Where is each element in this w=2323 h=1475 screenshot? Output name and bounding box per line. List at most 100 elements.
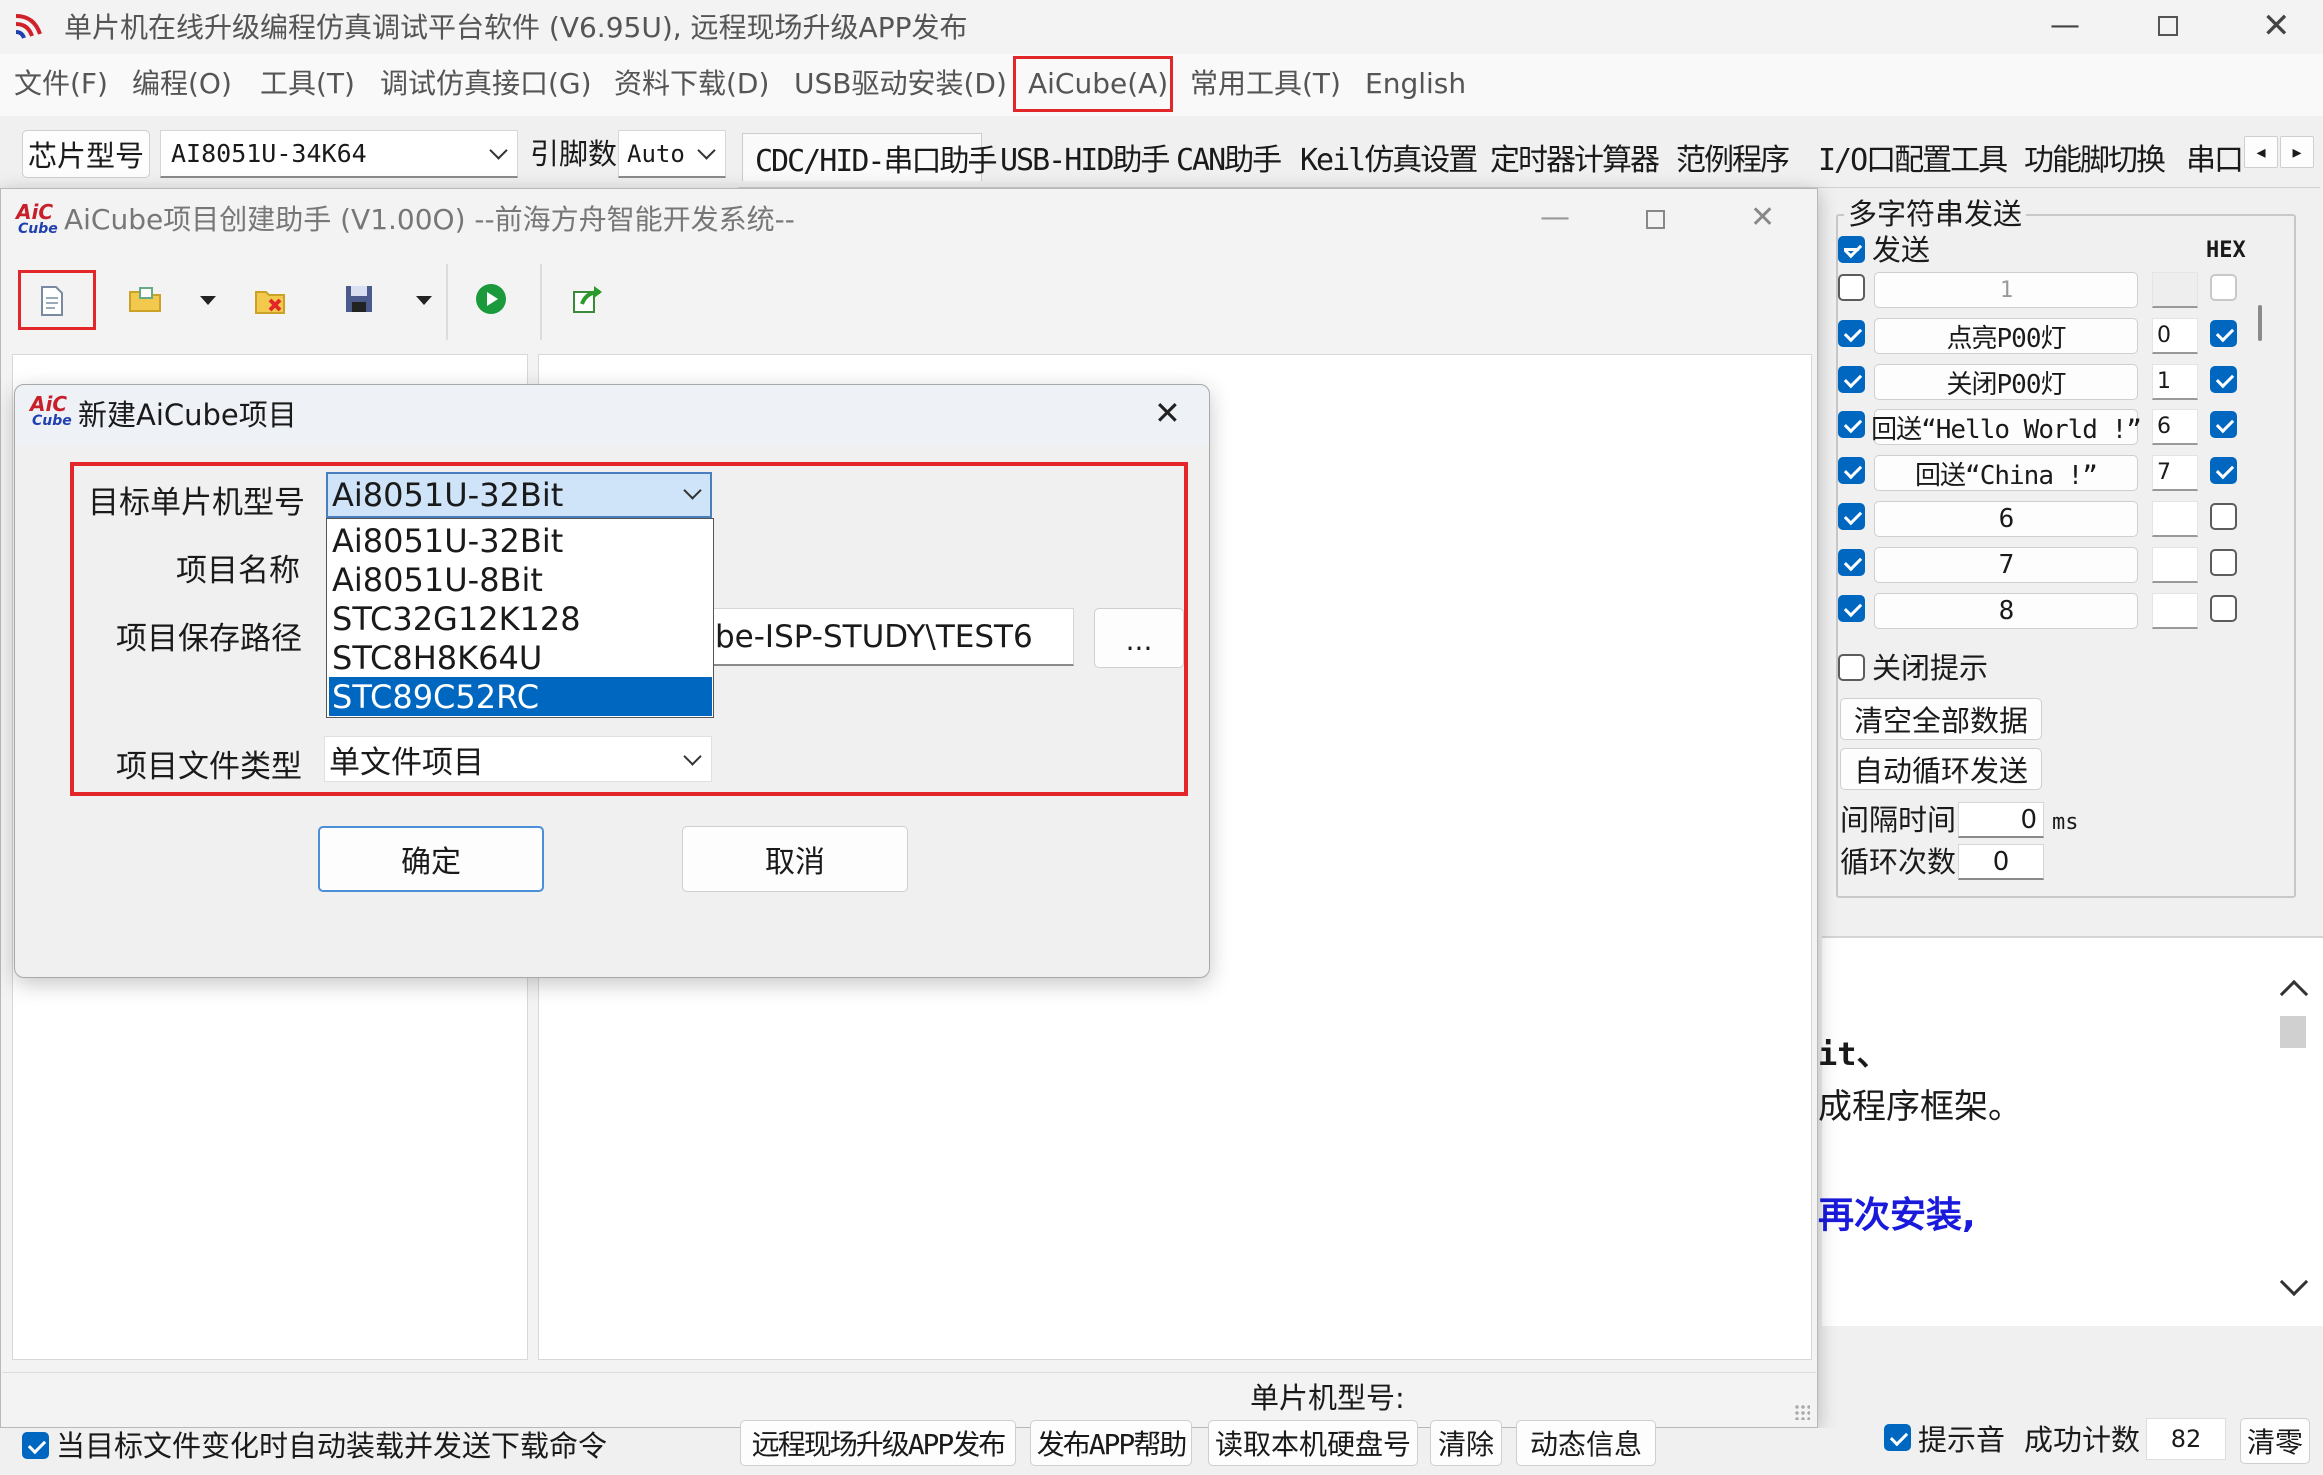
clear-all-button[interactable]: 清空全部数据 [1840,698,2042,740]
aicube-close-icon[interactable]: ✕ [1750,200,1775,235]
menu-usb-driver[interactable]: USB驱动安装(D) [794,70,1007,98]
menu-program[interactable]: 编程(O) [132,70,232,98]
new-file-icon[interactable] [40,286,64,316]
save-path-input[interactable]: be-ISP-STUDY\TEST6 [704,608,1074,666]
resize-grip-icon[interactable] [1794,1404,1810,1420]
reset-count-button[interactable]: 清零 [2240,1418,2310,1464]
aicube-maximize-icon[interactable] [1646,210,1665,229]
send-row-checkbox[interactable] [1838,366,1865,393]
close-project-icon[interactable] [254,286,288,316]
cancel-button[interactable]: 取消 [682,826,908,892]
open-dropdown-icon[interactable] [200,296,216,305]
send-row-button[interactable]: 1 [1874,272,2138,308]
send-row-hex-checkbox[interactable] [2210,503,2237,530]
mcu-option[interactable]: Ai8051U-32Bit [329,521,712,560]
send-row-number[interactable] [2152,272,2198,308]
send-row-number[interactable]: 6 [2152,409,2198,445]
multi-send-scrollbar[interactable] [2258,305,2262,341]
interval-input[interactable]: 0 [1958,802,2044,838]
mcu-option[interactable]: Ai8051U-8Bit [329,560,712,599]
ok-button[interactable]: 确定 [318,826,544,892]
send-row-checkbox[interactable] [1838,411,1865,438]
file-type-select[interactable]: 单文件项目 [324,736,712,782]
tab-io-config[interactable]: I/O口配置工具 [1818,133,2008,181]
menu-tools[interactable]: 工具(T) [260,70,355,98]
send-row-checkbox[interactable] [1838,457,1865,484]
loop-label: 循环次数 [1840,845,1957,879]
send-row-button[interactable]: 8 [1874,593,2138,629]
send-row-checkbox[interactable] [1838,274,1865,301]
send-row-checkbox[interactable] [1838,595,1865,622]
open-folder-icon[interactable] [128,284,162,314]
send-row-number[interactable]: 7 [2152,455,2198,491]
success-count-value: 82 [2170,1425,2202,1453]
clear-button[interactable]: 清除 [1430,1420,1502,1466]
publish-app-button[interactable]: 远程现场升级APP发布 [740,1420,1016,1466]
menu-download[interactable]: 资料下载(D) [614,70,769,98]
send-row-number[interactable]: 1 [2152,364,2198,400]
aicube-minimize-icon[interactable]: — [1540,200,1570,235]
send-row-hex-checkbox[interactable] [2210,549,2237,576]
send-row-hex-checkbox[interactable] [2210,411,2237,438]
save-dropdown-icon[interactable] [416,296,432,305]
beep-checkbox[interactable] [1884,1424,1911,1451]
menu-file[interactable]: 文件(F) [14,70,108,98]
send-row-button[interactable]: 回送“China !” [1874,455,2138,491]
send-row-number[interactable]: 0 [2152,318,2198,354]
tab-serial[interactable]: 串口 [2186,133,2242,181]
menu-aicube[interactable]: AiCube(A) [1028,70,1168,98]
tab-keil[interactable]: Keil仿真设置 [1300,133,1478,181]
run-icon[interactable] [476,284,506,314]
publish-help-button[interactable]: 发布APP帮助 [1030,1420,1192,1466]
send-row-button[interactable]: 6 [1874,501,2138,537]
menu-common-tools[interactable]: 常用工具(T) [1190,70,1341,98]
send-row-button[interactable]: 关闭P00灯 [1874,364,2138,400]
chip-model-select[interactable]: AI8051U-34K64 [160,130,518,178]
send-row-button[interactable]: 7 [1874,547,2138,583]
dialog-close-icon[interactable]: ✕ [1154,394,1181,432]
tab-can[interactable]: CAN助手 [1176,133,1282,181]
export-icon[interactable] [572,284,604,314]
send-row-number[interactable] [2152,547,2198,583]
mcu-option[interactable]: STC8H8K64U [329,638,712,677]
send-row-button[interactable]: 回送“Hello World !” [1871,409,2142,445]
mcu-option-highlighted[interactable]: STC89C52RC [329,677,712,716]
loop-input[interactable]: 0 [1958,844,2044,880]
tab-usb-hid[interactable]: USB-HID助手 [1000,133,1170,181]
send-row-number[interactable] [2152,593,2198,629]
mcu-select[interactable]: Ai8051U-32Bit [326,472,712,518]
menu-debug[interactable]: 调试仿真接口(G) [380,70,592,98]
send-label: 发送 [1872,233,1931,267]
tab-cdc-hid[interactable]: CDC/HID-串口助手 [742,133,998,181]
send-row-hex-checkbox[interactable] [2210,274,2237,301]
menu-english[interactable]: English [1365,70,1466,98]
scroll-thumb[interactable] [2280,1016,2306,1048]
send-row-checkbox[interactable] [1838,549,1865,576]
browse-button[interactable]: ... [1094,608,1184,668]
send-row-hex-checkbox[interactable] [2210,457,2237,484]
auto-load-checkbox[interactable] [22,1432,49,1459]
minimize-icon[interactable]: — [2050,8,2080,43]
dynamic-info-button[interactable]: 动态信息 [1516,1420,1656,1466]
send-row-hex-checkbox[interactable] [2210,366,2237,393]
send-row-number[interactable] [2152,501,2198,537]
auto-loop-button[interactable]: 自动循环发送 [1840,748,2042,790]
save-icon[interactable] [344,284,374,314]
read-disk-button[interactable]: 读取本机硬盘号 [1208,1420,1418,1466]
maximize-icon[interactable] [2158,16,2178,36]
send-row-button[interactable]: 点亮P00灯 [1874,318,2138,354]
log-scrollbar[interactable] [2276,960,2316,1310]
tab-pin-switch[interactable]: 功能脚切换 [2024,133,2166,181]
tab-scroll-left-icon[interactable]: ◂ [2244,136,2278,168]
send-row-checkbox[interactable] [1838,320,1865,347]
send-row-hex-checkbox[interactable] [2210,320,2237,347]
send-row-hex-checkbox[interactable] [2210,595,2237,622]
mcu-option[interactable]: STC32G12K128 [329,599,712,638]
close-hint-checkbox[interactable] [1838,654,1865,681]
tab-scroll-right-icon[interactable]: ▸ [2280,136,2314,168]
send-row-checkbox[interactable] [1838,503,1865,530]
menu-bar: 文件(F) 编程(O) 工具(T) 调试仿真接口(G) 资料下载(D) USB驱… [0,54,2323,116]
tab-examples[interactable]: 范例程序 [1676,133,1790,181]
tab-timer[interactable]: 定时器计算器 [1490,133,1660,181]
close-icon[interactable]: ✕ [2262,6,2291,46]
